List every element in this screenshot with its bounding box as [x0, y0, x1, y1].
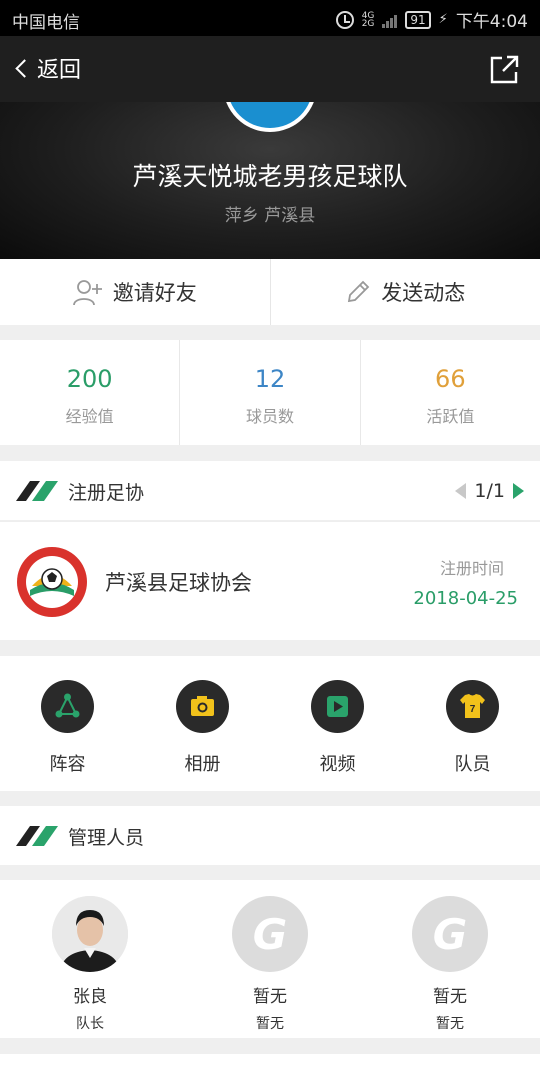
- section-title: 管理人员: [68, 827, 145, 849]
- team-logo: ★ ★ 2012: [223, 102, 317, 132]
- registration-time-label: 注册时间: [439, 559, 504, 578]
- invite-friends-button[interactable]: 邀请好友: [0, 259, 270, 325]
- manager-role: 暂无: [436, 1016, 464, 1032]
- manager-role: 队长: [76, 1016, 104, 1032]
- association-badge-icon: [17, 547, 87, 617]
- invite-friends-label: 邀请好友: [112, 281, 197, 305]
- stat-experience: 200 经验值: [0, 340, 179, 445]
- manager-role: 暂无: [256, 1016, 284, 1032]
- carrier-name: 中国电信: [12, 13, 80, 33]
- default-avatar-icon: G: [412, 896, 488, 972]
- association-name: 芦溪县足球协会: [105, 571, 252, 595]
- section-title: 注册足协: [68, 482, 145, 504]
- status-bar: 中国电信 4G 2G 91 ⚡ 下午4:04: [0, 0, 540, 36]
- avatar: [52, 896, 128, 972]
- feature-label: 队员: [454, 754, 491, 775]
- section-mark-icon: [16, 481, 58, 501]
- feature-label: 相册: [184, 754, 221, 775]
- team-page: 中国电信 4G2G 91 ⚡ 下午4:04 返回 ★ ★ 2012 芦溪天悦城老…: [0, 0, 540, 1080]
- signal-icon: [382, 12, 398, 28]
- stat-value: 12: [254, 365, 286, 393]
- tab-partial[interactable]: [360, 1054, 540, 1080]
- pencil-icon: [348, 280, 370, 303]
- feature-grid: 阵容 相册 视频 7 队员: [0, 656, 540, 791]
- team-banner: ★ ★ 2012 芦溪天悦城老男孩足球队 萍乡 芦溪县: [0, 102, 540, 259]
- section-mark-icon: [16, 826, 58, 846]
- battery-level: 91: [405, 10, 431, 29]
- feature-video[interactable]: 视频: [270, 656, 405, 791]
- next-arrow-icon[interactable]: [513, 483, 524, 499]
- post-update-label: 发送动态: [381, 281, 466, 305]
- stat-label: 活跃值: [426, 407, 475, 426]
- manager-name: 暂无: [253, 987, 287, 1007]
- feature-label: 阵容: [49, 754, 86, 775]
- registration-date: 2018-04-25: [413, 588, 518, 609]
- feature-players[interactable]: 7 队员: [405, 656, 540, 791]
- stat-value: 66: [435, 365, 466, 393]
- back-label: 返回: [37, 58, 82, 83]
- chevron-left-icon: [15, 58, 34, 78]
- back-button[interactable]: 返回: [14, 52, 81, 84]
- video-icon: [311, 680, 364, 733]
- status-icons: 4G 2G 91 ⚡ 下午4:04: [335, 7, 528, 32]
- tab-partial[interactable]: [180, 1054, 360, 1080]
- share-icon[interactable]: [488, 54, 520, 86]
- manager-name: 暂无: [433, 987, 467, 1007]
- bottom-tabs-partial: [0, 1054, 540, 1080]
- post-update-button[interactable]: 发送动态: [271, 259, 540, 325]
- prev-arrow-icon[interactable]: [455, 483, 467, 499]
- manager-item[interactable]: G 暂无 暂无: [180, 880, 360, 1038]
- svg-text:7: 7: [470, 704, 476, 715]
- clock: 下午4:04: [455, 12, 528, 32]
- manager-name: 张良: [73, 987, 107, 1007]
- stat-value: 200: [66, 365, 113, 393]
- jersey-icon: 7: [446, 680, 499, 733]
- manager-item[interactable]: G 暂无 暂无: [360, 880, 540, 1038]
- charging-icon: ⚡: [438, 12, 448, 27]
- nav-bar: 返回: [0, 36, 540, 102]
- action-bar: 邀请好友 发送动态: [0, 259, 540, 325]
- alarm-icon: [335, 10, 354, 29]
- association-pager: 1/1: [455, 480, 524, 502]
- feature-album[interactable]: 相册: [135, 656, 270, 791]
- team-name: 芦溪天悦城老男孩足球队: [132, 162, 408, 191]
- registration-section-header: 注册足协 1/1: [0, 461, 540, 520]
- team-location: 萍乡 芦溪县: [224, 206, 316, 226]
- camera-icon: [176, 680, 229, 733]
- team-stats: 200 经验值 12 球员数 66 活跃值: [0, 340, 540, 445]
- managers-list: 张良 队长 G 暂无 暂无 G 暂无 暂无: [0, 880, 540, 1038]
- lineup-icon: [41, 680, 94, 733]
- pager-count: 1/1: [474, 480, 505, 502]
- network-type: 4G 2G: [361, 10, 375, 29]
- managers-section-header: 管理人员: [0, 806, 540, 865]
- stat-players: 12 球员数: [180, 340, 359, 445]
- manager-item[interactable]: 张良 队长: [0, 880, 180, 1038]
- stat-activity: 66 活跃值: [361, 340, 540, 445]
- default-avatar-icon: G: [232, 896, 308, 972]
- feature-label: 视频: [319, 754, 356, 775]
- association-row[interactable]: 芦溪县足球协会 注册时间 2018-04-25: [0, 521, 540, 640]
- tab-partial[interactable]: [0, 1054, 180, 1080]
- stat-label: 球员数: [245, 407, 294, 426]
- stat-label: 经验值: [65, 407, 114, 426]
- add-user-icon: [72, 280, 102, 306]
- feature-lineup[interactable]: 阵容: [0, 656, 135, 791]
